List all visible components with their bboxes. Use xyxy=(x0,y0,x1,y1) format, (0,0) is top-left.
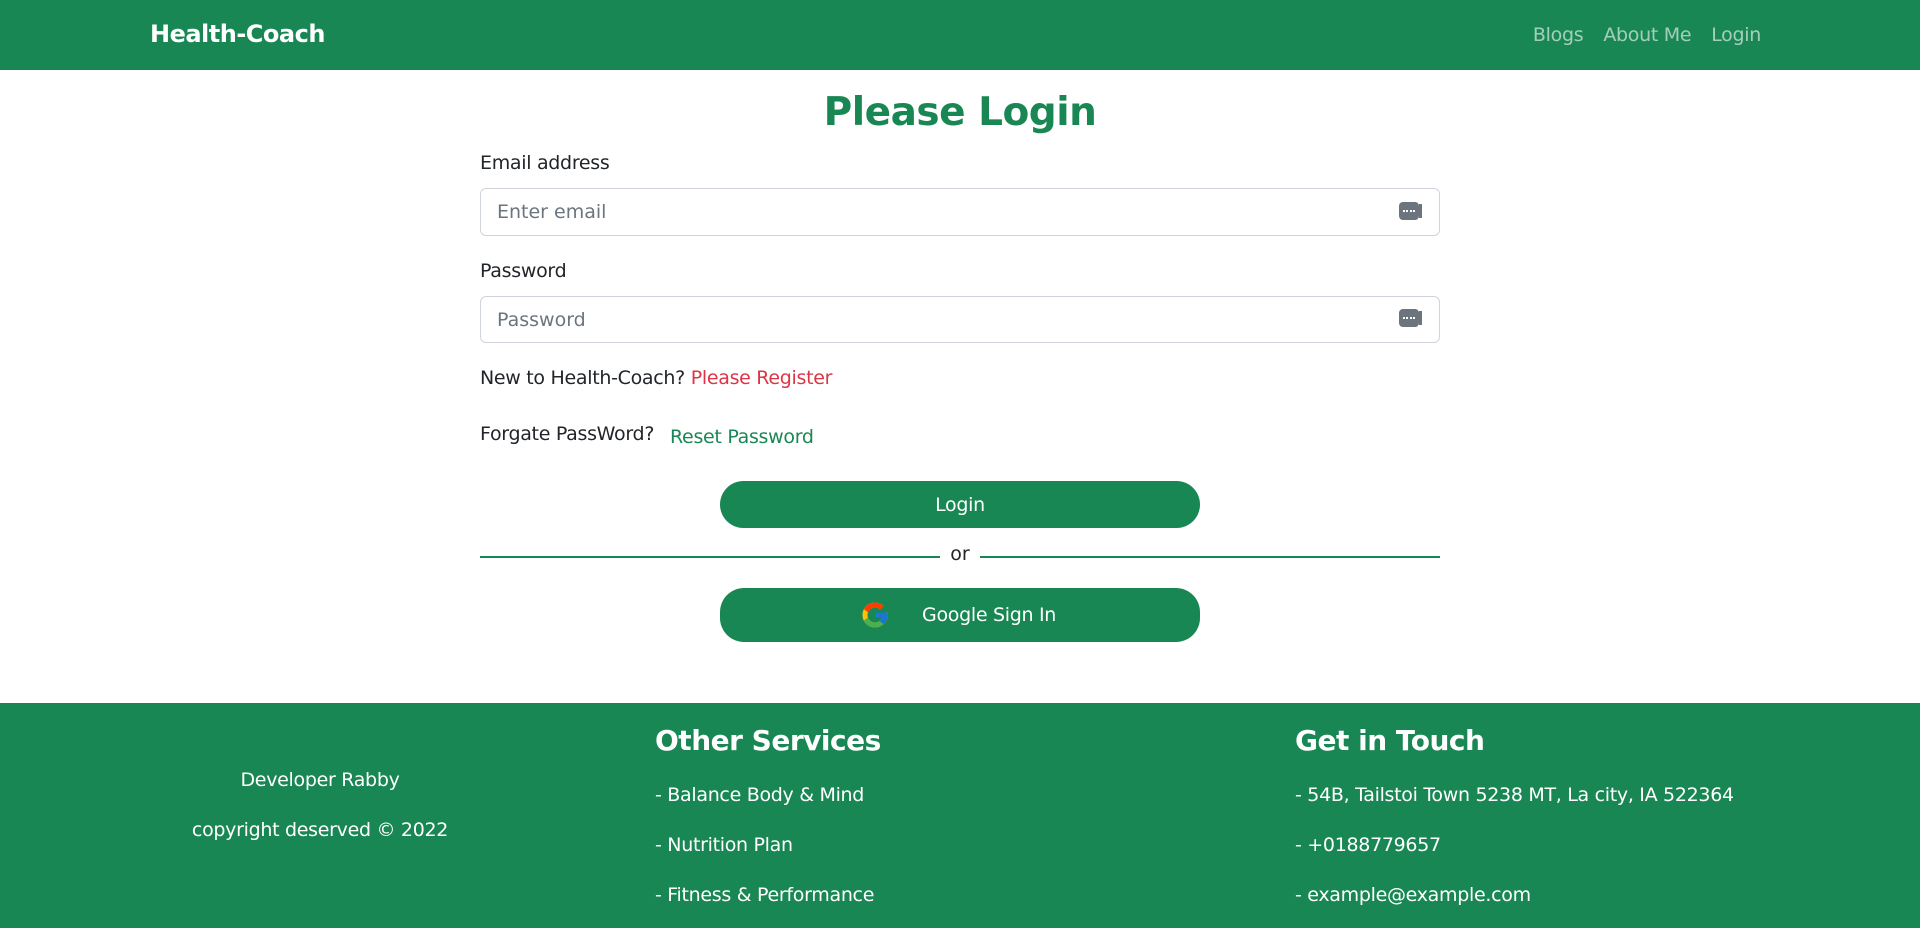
contact-phone: - +0188779657 xyxy=(1295,834,1441,856)
google-sign-in-button[interactable]: Google Sign In xyxy=(720,588,1200,642)
contact-heading: Get in Touch xyxy=(1295,724,1485,757)
contact-address: - 54B, Tailstoi Town 5238 MT, La city, I… xyxy=(1295,784,1734,806)
reset-password-link[interactable]: Reset Password xyxy=(670,426,814,448)
navbar: Health-Coach Blogs About Me Login xyxy=(0,0,1920,70)
service-item: - Balance Body & Mind xyxy=(655,784,865,806)
footer: Developer Rabby copyright deserved © 202… xyxy=(0,703,1920,928)
google-icon xyxy=(862,602,888,628)
email-label: Email address xyxy=(480,152,610,174)
login-button[interactable]: Login xyxy=(720,481,1200,528)
services-heading: Other Services xyxy=(655,724,881,757)
password-manager-icon[interactable] xyxy=(1399,202,1422,220)
divider-line-left xyxy=(480,556,940,558)
google-button-label: Google Sign In xyxy=(922,604,1056,626)
developer-credit: Developer Rabby xyxy=(240,769,400,791)
divider-line-right xyxy=(980,556,1440,558)
password-field[interactable] xyxy=(480,296,1440,343)
brand-logo[interactable]: Health-Coach xyxy=(150,20,325,48)
page-title: Please Login xyxy=(823,90,1097,135)
copyright-text: copyright deserved © 2022 xyxy=(191,819,449,841)
forgot-password-text: Forgate PassWord? xyxy=(480,423,655,445)
contact-email: - example@example.com xyxy=(1295,884,1531,906)
register-link[interactable]: Please Register xyxy=(691,367,833,389)
divider-or: or xyxy=(950,543,970,565)
password-manager-icon[interactable] xyxy=(1399,309,1422,327)
nav-links: Blogs About Me Login xyxy=(1513,24,1761,46)
service-item: - Fitness & Performance xyxy=(655,884,875,906)
service-item: - Nutrition Plan xyxy=(655,834,793,856)
email-field[interactable] xyxy=(480,188,1440,236)
nav-link-blogs[interactable]: Blogs xyxy=(1533,24,1584,46)
new-user-text: New to Health-Coach? xyxy=(480,367,685,389)
register-prompt: New to Health-Coach? Please Register xyxy=(480,367,832,389)
nav-link-login[interactable]: Login xyxy=(1711,24,1761,46)
password-label: Password xyxy=(480,260,567,282)
nav-link-about-me[interactable]: About Me xyxy=(1603,24,1691,46)
